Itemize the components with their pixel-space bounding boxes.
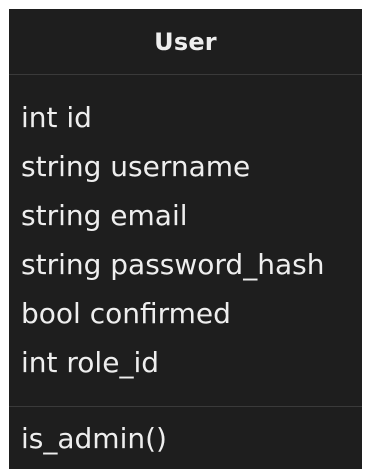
attribute-row: int id [21,101,92,134]
attribute-row: bool confirmed [21,297,231,330]
class-name: User [154,27,217,56]
attribute-row: string password_hash [21,248,325,281]
methods-section: is_admin() [9,407,362,463]
attributes-section: int id string username string email stri… [9,75,362,407]
attribute-row: string email [21,199,188,232]
method-row: is_admin() [21,422,167,455]
uml-class-box: User int id string username string email… [9,9,362,469]
attribute-row: string username [21,150,251,183]
class-header: User [9,9,362,75]
attribute-row: int role_id [21,346,159,379]
